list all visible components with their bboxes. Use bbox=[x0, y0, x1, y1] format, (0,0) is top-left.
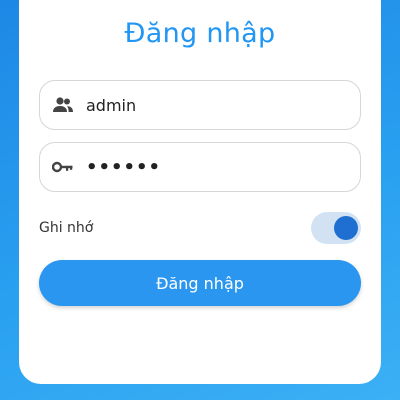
username-input[interactable]: admin bbox=[86, 96, 136, 115]
toggle-knob bbox=[334, 216, 358, 240]
remember-label: Ghi nhớ bbox=[39, 220, 94, 236]
page-title: Đăng nhập bbox=[124, 18, 276, 49]
remember-toggle[interactable] bbox=[311, 212, 361, 244]
remember-row: Ghi nhớ bbox=[39, 212, 361, 244]
login-card: Đăng nhập admin •••••• Ghi nhớ Đăng nhập bbox=[19, 0, 381, 384]
password-input[interactable]: •••••• bbox=[86, 157, 161, 178]
login-button[interactable]: Đăng nhập bbox=[39, 260, 361, 306]
people-icon bbox=[52, 94, 74, 116]
username-field[interactable]: admin bbox=[39, 80, 361, 130]
key-icon bbox=[52, 156, 74, 178]
password-field[interactable]: •••••• bbox=[39, 142, 361, 192]
